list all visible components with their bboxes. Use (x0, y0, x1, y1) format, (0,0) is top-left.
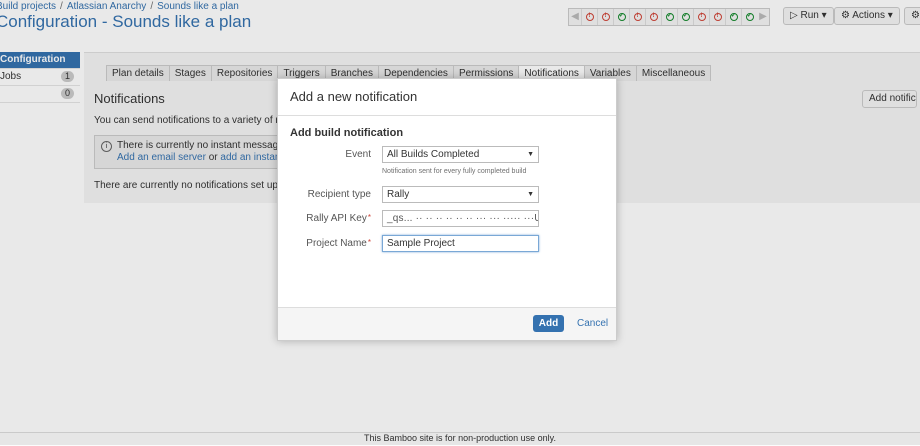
rally-api-key-input[interactable]: _qs... ·· ·· ·· ·· ·· ·· ··· ··· ····· ·… (382, 210, 539, 227)
cancel-link[interactable]: Cancel (577, 318, 608, 329)
dialog-title: Add a new notification (290, 89, 418, 104)
rally-api-key-label: Rally API Key* (306, 213, 371, 224)
recipient-type-label: Recipient type (307, 189, 371, 200)
add-notification-dialog: Add a new notification Add build notific… (277, 78, 617, 341)
project-name-input[interactable]: Sample Project (382, 235, 539, 252)
event-hint: Notification sent for every fully comple… (382, 168, 527, 175)
add-button[interactable]: Add (533, 315, 564, 332)
form-heading: Add build notification (290, 127, 404, 139)
event-label: Event (345, 149, 371, 160)
recipient-type-select[interactable]: Rally (382, 186, 539, 203)
project-name-label: Project Name* (306, 238, 371, 249)
dialog-footer: Add Cancel (278, 307, 616, 340)
dialog-header: Add a new notification (278, 79, 616, 116)
required-marker: * (367, 238, 371, 247)
required-marker: * (367, 213, 371, 222)
event-select[interactable]: All Builds Completed (382, 146, 539, 163)
